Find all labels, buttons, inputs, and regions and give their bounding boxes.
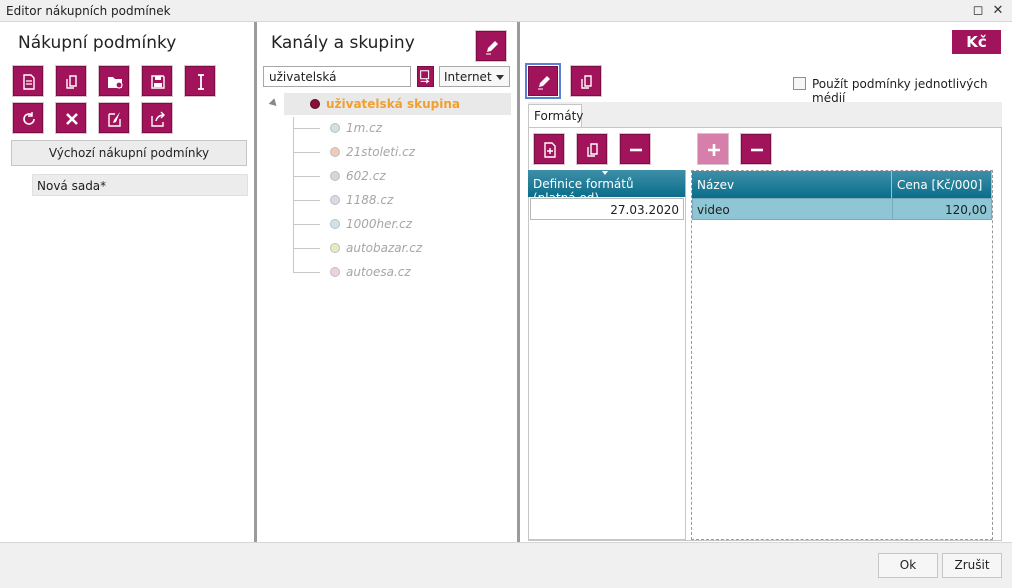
channel-color-dot [330, 267, 340, 277]
pencil-icon [538, 76, 550, 90]
channel-color-dot [330, 171, 340, 181]
add-format-button[interactable] [697, 133, 729, 165]
save-icon [151, 75, 165, 89]
copy-icon [66, 75, 77, 89]
save-button[interactable] [141, 65, 173, 97]
copy-icon [581, 75, 592, 89]
ok-button[interactable]: Ok [878, 553, 938, 578]
copy-definition-button[interactable] [576, 133, 608, 165]
tree-connector [294, 272, 320, 273]
tree-connector [294, 248, 320, 249]
filter-button[interactable] [417, 66, 434, 87]
footer [0, 542, 1012, 588]
tree-item-channel[interactable]: 1m.cz [346, 121, 382, 135]
delete-icon [66, 113, 78, 125]
chevron-down-icon [496, 75, 504, 80]
open-folder-icon [108, 77, 123, 89]
tree-item-channel[interactable]: 21stoleti.cz [346, 145, 415, 159]
tree-connector [294, 128, 320, 129]
default-conditions-button[interactable]: Výchozí nákupní podmínky [11, 140, 247, 166]
name-column-header[interactable]: Název [692, 171, 892, 198]
set-list-item[interactable]: Nová sada* [32, 174, 248, 196]
refresh-icon [23, 112, 35, 125]
plus-icon [708, 144, 720, 156]
tree-item-channel[interactable]: 1000her.cz [346, 217, 412, 231]
remove-definition-button[interactable] [619, 133, 651, 165]
filter-icon [420, 70, 430, 84]
tree-connector [294, 176, 320, 177]
channel-color-dot [330, 219, 340, 229]
refresh-button[interactable] [12, 102, 44, 134]
use-media-conditions-checkbox[interactable] [793, 77, 806, 90]
definitions-grid [528, 170, 686, 540]
window-titlebar: Editor nákupních podmínek ◻ ✕ [0, 0, 1012, 22]
edit-channels-button[interactable] [475, 30, 507, 62]
tab-formats[interactable]: Formáty [528, 104, 583, 128]
format-name-cell[interactable]: video [693, 199, 891, 219]
left-pane-title: Nákupní podmínky [18, 33, 177, 53]
definition-date-cell[interactable]: 27.03.2020 [530, 198, 684, 220]
channel-color-dot [330, 195, 340, 205]
minus-icon [751, 148, 763, 152]
pane-splitter-right[interactable] [517, 22, 520, 542]
copy-set-button[interactable] [55, 65, 87, 97]
tree-root-label[interactable]: uživatelská skupina [326, 97, 460, 111]
copy-formats-button[interactable] [570, 65, 602, 97]
formats-grid [691, 170, 993, 540]
restore-icon[interactable]: ◻ [968, 1, 988, 21]
open-folder-button[interactable] [98, 65, 130, 97]
tree-connector [294, 200, 320, 201]
edit-formats-button[interactable] [525, 63, 561, 99]
middle-pane-title: Kanály a skupiny [271, 33, 415, 53]
pencil-icon [486, 41, 498, 55]
channel-color-dot [330, 243, 340, 253]
rename-button[interactable] [184, 65, 216, 97]
cancel-button[interactable]: Zrušit [942, 553, 1002, 578]
tree-connector [293, 117, 294, 273]
currency-button[interactable]: Kč [952, 30, 1001, 54]
rename-icon [198, 74, 204, 90]
group-color-dot [310, 99, 320, 109]
channel-color-dot [330, 147, 340, 157]
copy-icon [587, 143, 598, 157]
new-document-button[interactable] [12, 65, 44, 97]
remove-format-button[interactable] [740, 133, 772, 165]
tree-expand-icon[interactable] [268, 98, 280, 109]
close-icon[interactable]: ✕ [988, 1, 1008, 21]
sort-arrow-icon [602, 171, 608, 175]
tree-item-channel[interactable]: 602.cz [346, 169, 386, 183]
channel-type-value: Internet [444, 70, 492, 84]
tree-item-channel[interactable]: 1188.cz [346, 193, 393, 207]
new-document-icon [23, 74, 35, 90]
tree-item-channel[interactable]: autoesa.cz [346, 265, 411, 279]
format-price-cell[interactable]: 120,00 [893, 199, 991, 219]
channel-type-select[interactable]: Internet [439, 66, 510, 87]
tree-connector [294, 152, 320, 153]
export-icon [151, 111, 165, 127]
import-button[interactable] [98, 102, 130, 134]
add-document-icon [544, 142, 556, 158]
channel-search-input[interactable]: uživatelská [263, 66, 411, 87]
price-column-header[interactable]: Cena [Kč/000] [892, 171, 992, 198]
add-definition-button[interactable] [533, 133, 565, 165]
use-media-conditions-label: Použít podmínky jednotlivých médií [812, 77, 988, 105]
tree-item-channel[interactable]: autobazar.cz [346, 241, 422, 255]
tab-bar [528, 102, 1002, 127]
minus-icon [630, 148, 642, 152]
import-icon [108, 112, 121, 127]
tree-connector [294, 224, 320, 225]
pane-splitter-left[interactable] [254, 22, 257, 542]
export-button[interactable] [141, 102, 173, 134]
channel-color-dot [330, 123, 340, 133]
delete-button[interactable] [55, 102, 87, 134]
window-title: Editor nákupních podmínek [6, 4, 171, 18]
